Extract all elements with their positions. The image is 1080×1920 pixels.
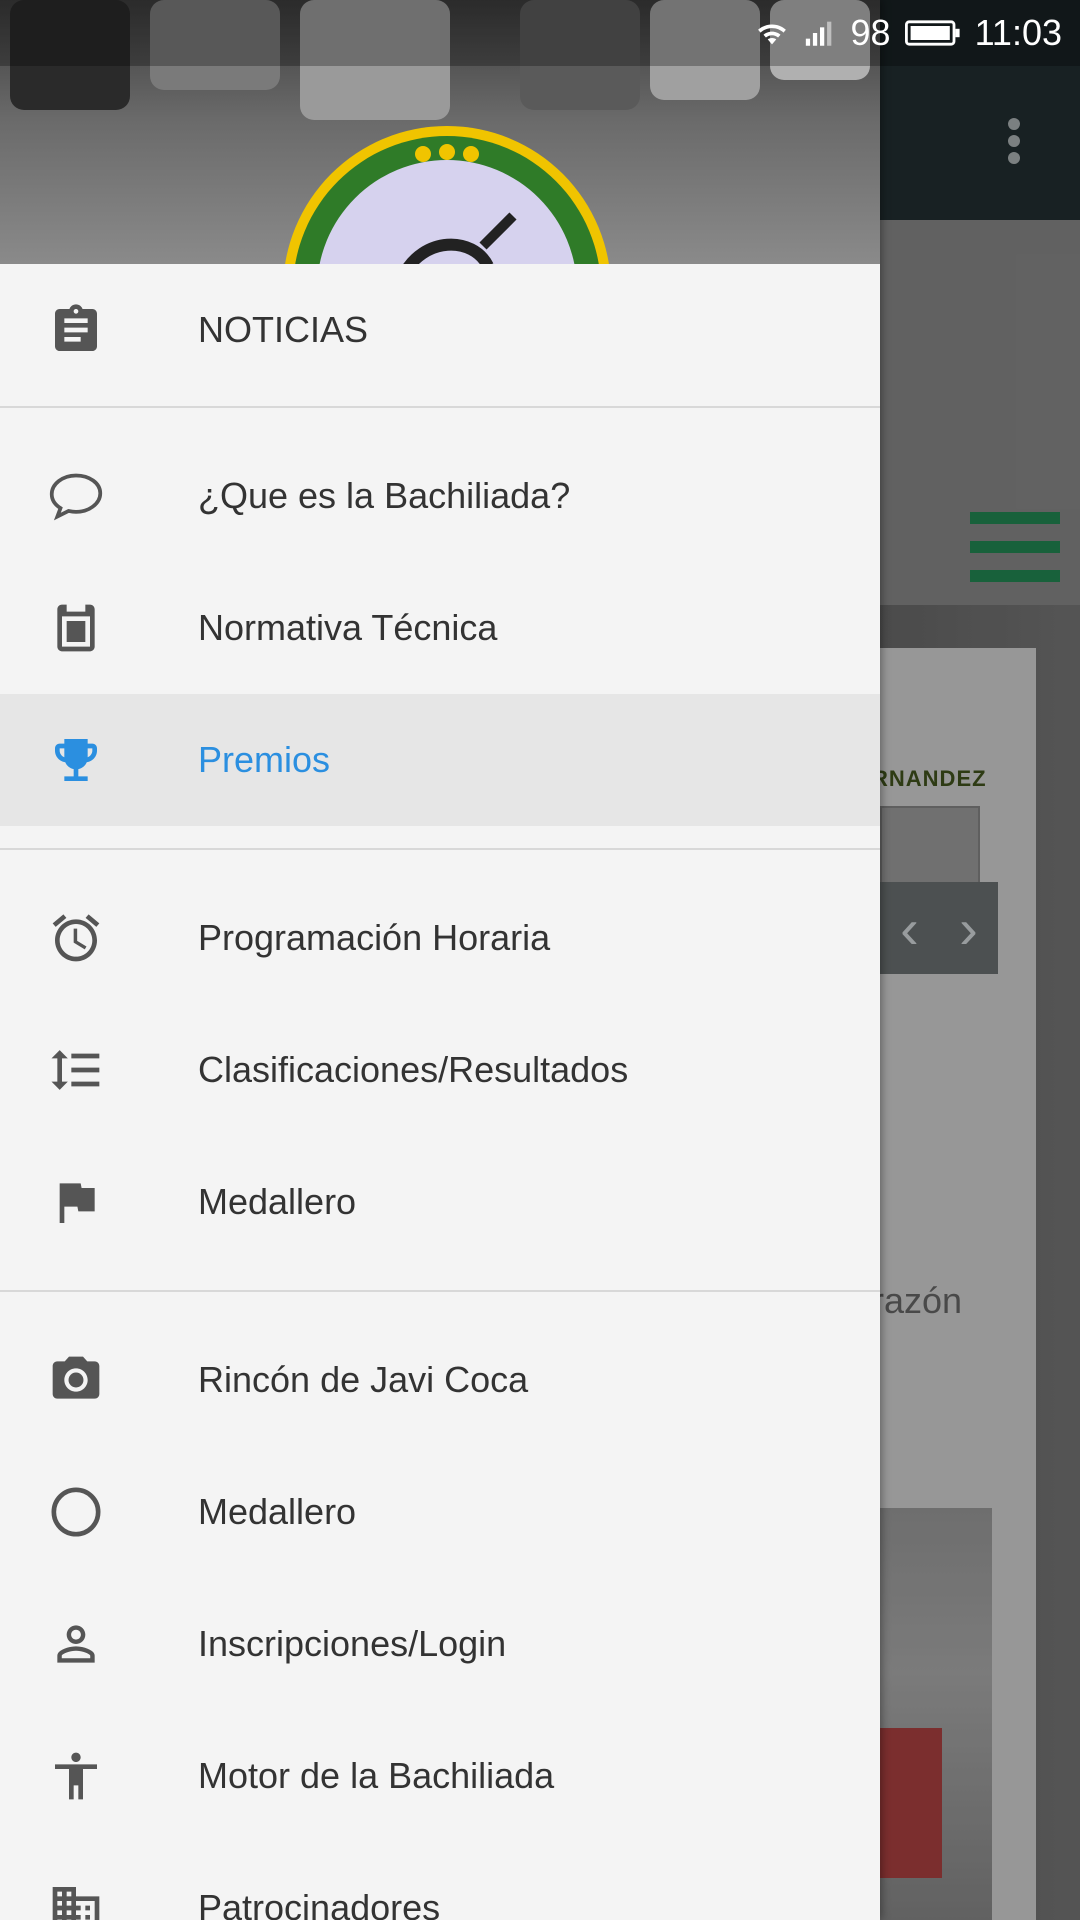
clipboard-icon — [48, 302, 104, 358]
format-list-icon — [48, 1042, 104, 1098]
trophy-icon — [48, 732, 104, 788]
battery-icon — [904, 18, 961, 48]
menu-divider — [0, 1290, 880, 1292]
menu-item-label: ¿Que es la Bachiliada? — [198, 475, 571, 516]
signal-icon — [803, 18, 837, 48]
menu-item-clasificaciones[interactable]: Clasificaciones/Resultados — [0, 1004, 880, 1136]
menu-item-inscripciones-login[interactable]: Inscripciones/Login — [0, 1578, 880, 1710]
menu-item-label: NOTICIAS — [198, 309, 369, 350]
menu-divider — [0, 848, 880, 850]
menu-item-premios[interactable]: Premios — [0, 694, 880, 826]
menu-item-label: Premios — [198, 739, 331, 780]
bachiliada-logo — [283, 126, 611, 264]
menu-item-noticias[interactable]: NOTICIAS — [0, 264, 880, 396]
menu-item-label: Medallero — [198, 1491, 357, 1532]
menu-item-label: Motor de la Bachiliada — [198, 1755, 555, 1796]
menu-item-label: Medallero — [198, 1181, 357, 1222]
business-icon — [48, 1880, 104, 1920]
menu-item-normativa[interactable]: Normativa Técnica — [0, 562, 880, 694]
book-icon — [48, 600, 104, 656]
battery-level: 98 — [850, 12, 891, 53]
menu-item-medallero[interactable]: Medallero — [0, 1136, 880, 1268]
wifi-icon — [755, 18, 789, 48]
alarm-clock-icon — [48, 910, 104, 966]
menu-item-patrocinadores[interactable]: Patrocinadores — [0, 1842, 880, 1920]
menu-item-motor-bachiliada[interactable]: Motor de la Bachiliada — [0, 1710, 880, 1842]
circle-icon — [48, 1484, 104, 1540]
camera-icon — [48, 1352, 104, 1408]
chat-bubble-icon — [48, 468, 104, 524]
menu-item-medallero-2[interactable]: Medallero — [0, 1446, 880, 1578]
menu-item-rincon-javi-coca[interactable]: Rincón de Javi Coca — [0, 1314, 880, 1446]
status-bar: 98 11:03 — [0, 0, 1080, 66]
drawer-menu: NOTICIAS ¿Que es la Bachiliada? Normativ… — [0, 264, 880, 1920]
accessibility-icon — [48, 1748, 104, 1804]
menu-item-label: Normativa Técnica — [198, 607, 498, 648]
menu-item-que-es[interactable]: ¿Que es la Bachiliada? — [0, 430, 880, 562]
menu-item-label: Rincón de Javi Coca — [198, 1359, 529, 1400]
menu-item-label: Clasificaciones/Resultados — [198, 1049, 629, 1090]
person-icon — [48, 1616, 104, 1672]
flag-icon — [48, 1174, 104, 1230]
menu-item-label: Inscripciones/Login — [198, 1623, 507, 1664]
status-time: 11:03 — [974, 12, 1062, 53]
menu-item-label: Programación Horaria — [198, 917, 551, 958]
navigation-drawer: NOTICIAS ¿Que es la Bachiliada? Normativ… — [0, 0, 880, 1920]
menu-item-programacion-horaria[interactable]: Programación Horaria — [0, 872, 880, 1004]
menu-item-label: Patrocinadores — [198, 1887, 441, 1920]
menu-divider — [0, 406, 880, 408]
